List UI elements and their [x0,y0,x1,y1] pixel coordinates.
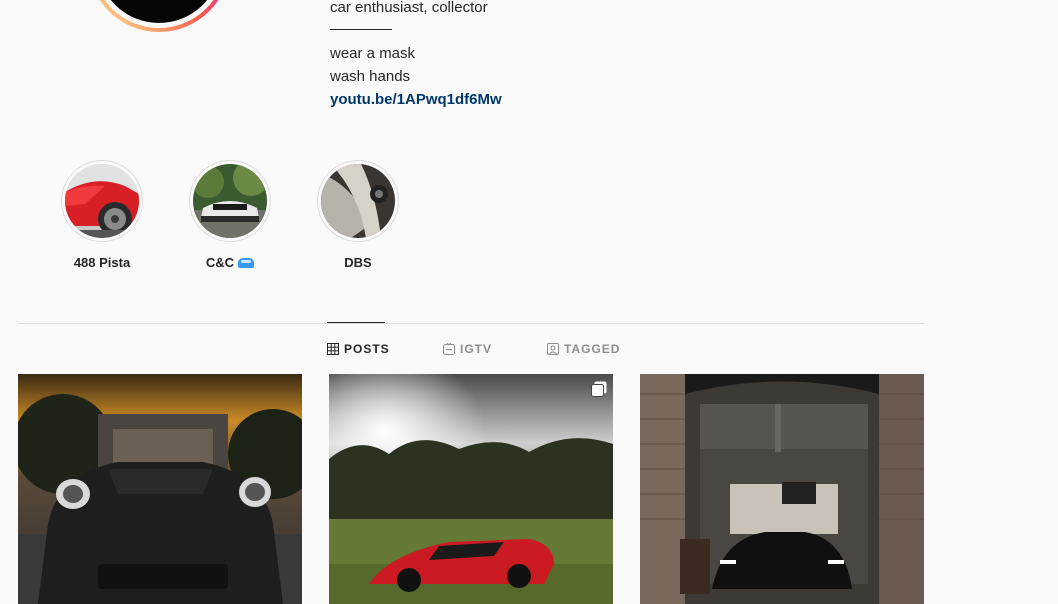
tab-label: POSTS [344,342,390,356]
black-car-in-garage-photo [640,374,924,604]
bio-line: wear a mask [330,45,416,62]
tagged-icon [547,343,559,355]
active-tab-indicator [327,322,385,323]
profile-tabs: POSTS IGTV TAGGED [0,342,1058,358]
profile-bio: car enthusiast, collector wear a mask wa… [330,0,502,111]
black-porsche-photo [18,374,302,604]
highlight-488-pista[interactable]: 488 Pista [60,160,144,270]
bio-line: wash hands [330,68,411,85]
highlight-dbs[interactable]: DBS [316,160,400,270]
bio-line: car enthusiast, collector [330,0,488,16]
car-emoji-icon [238,258,255,268]
tab-label: TAGGED [564,342,621,356]
bio-link[interactable]: youtu.be/1APwq1df6Mw [330,88,502,111]
post-thumbnail-3[interactable] [640,374,924,604]
highlight-label: 488 Pista [73,255,131,270]
profile-avatar [97,0,221,23]
white-car-photo [193,164,267,238]
grid-icon [327,343,339,355]
silver-car-photo [321,164,395,238]
tab-tagged[interactable]: TAGGED [547,342,620,356]
tab-label: IGTV [460,342,493,356]
multiple-photos-icon [591,381,607,397]
post-thumbnail-1[interactable] [18,374,302,604]
post-thumbnail-2[interactable] [329,374,613,604]
red-lamborghini-photo [329,374,613,604]
highlight-label: C&C [188,255,272,270]
tabs-divider [18,323,924,324]
highlight-c-and-c[interactable]: C&C [188,160,272,270]
highlight-label: DBS [344,255,372,270]
red-car-photo [65,164,139,238]
igtv-icon [443,343,455,355]
bio-separator [330,29,392,30]
profile-avatar-ring[interactable] [88,0,230,32]
tab-posts[interactable]: POSTS [327,342,390,356]
tab-igtv[interactable]: IGTV [443,342,492,356]
